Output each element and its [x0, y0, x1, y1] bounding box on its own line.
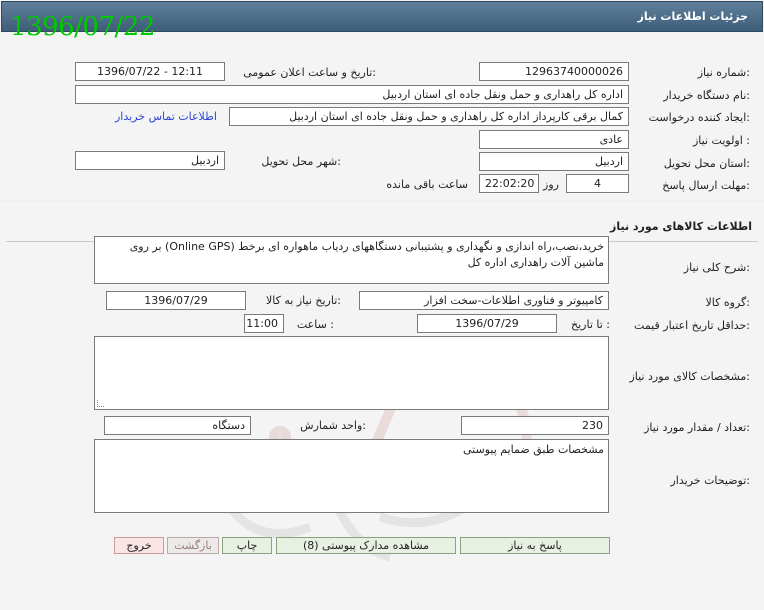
back-button[interactable]: بازگشت: [167, 537, 219, 554]
priority-field[interactable]: عادی: [479, 130, 629, 149]
exit-button[interactable]: خروج: [114, 537, 164, 554]
buyer-notes-label: توضیحات خریدار:: [670, 474, 751, 487]
need-number-label: شماره نیاز:: [697, 66, 750, 79]
resize-grip-icon[interactable]: [97, 400, 104, 407]
priority-label: اولویت نیاز :: [692, 134, 750, 147]
price-validity-time-field[interactable]: 11:00: [244, 314, 284, 333]
city-field[interactable]: اردبیل: [75, 151, 225, 170]
deadline-label: مهلت ارسال پاسخ:: [662, 179, 750, 192]
specs-label: مشخصات کالای مورد نیاز:: [629, 370, 750, 383]
summary-label: شرح کلی نیاز:: [683, 261, 750, 274]
need-details-panel: جزئیات اطلاعات نیاز 1396/07/22 شماره نیا…: [0, 0, 764, 200]
need-number-field[interactable]: 12963740000026: [479, 62, 629, 81]
announce-field[interactable]: 1396/07/22 - 12:11: [75, 62, 225, 81]
buyer-notes-field[interactable]: مشخصات طبق ضمایم پیوستی: [94, 439, 609, 513]
panel-title: جزئیات اطلاعات نیاز: [637, 10, 749, 23]
quantity-field[interactable]: 230: [461, 416, 609, 435]
price-validity-label: حداقل تاریخ اعتبار قیمت:: [634, 319, 750, 332]
province-label: استان محل تحویل:: [663, 157, 750, 170]
buyer-contact-link[interactable]: اطلاعات تماس خریدار: [115, 110, 217, 123]
goods-section-title: اطلاعات کالاهای مورد نیاز: [610, 220, 752, 233]
need-date-label: تاریخ نیاز به کالا:: [266, 294, 341, 307]
summary-field[interactable]: خرید،نصب،راه اندازی و نگهداری و پشتیبانی…: [94, 236, 609, 284]
creator-field[interactable]: کمال برقی کارپرداز اداره کل راهداری و حم…: [229, 107, 629, 126]
deadline-time-field[interactable]: 22:02:20: [479, 174, 539, 193]
deadline-days-field[interactable]: 4: [566, 174, 629, 193]
price-validity-to-label: تا تاریخ :: [571, 318, 610, 331]
unit-label: واحد شمارش:: [300, 419, 366, 432]
quantity-label: تعداد / مقدار مورد نیاز:: [644, 421, 750, 434]
buyer-field[interactable]: اداره کل راهداری و حمل ونقل جاده ای استا…: [75, 85, 629, 104]
print-button[interactable]: چاپ: [222, 537, 272, 554]
price-validity-date-field[interactable]: 1396/07/29: [417, 314, 557, 333]
price-validity-time-label: ساعت :: [296, 318, 334, 331]
announce-label: تاریخ و ساعت اعلان عمومی:: [243, 66, 376, 79]
buyer-label: نام دستگاه خریدار:: [663, 89, 750, 102]
creator-label: ایجاد کننده درخواست:: [648, 111, 750, 124]
group-label: گروه کالا:: [705, 296, 750, 309]
date-stamp: 1396/07/22: [10, 12, 155, 42]
group-field[interactable]: کامپیوتر و فناوری اطلاعات-سخت افزار: [359, 291, 609, 310]
need-date-field[interactable]: 1396/07/29: [106, 291, 246, 310]
view-attachments-button[interactable]: مشاهده مدارک پیوستی (8): [276, 537, 456, 554]
specs-field[interactable]: [94, 336, 609, 410]
deadline-remaining-label: ساعت باقی مانده: [386, 178, 468, 191]
city-label: شهر محل تحویل:: [261, 155, 341, 168]
unit-field[interactable]: دستگاه: [104, 416, 251, 435]
reply-button[interactable]: پاسخ به نیاز: [460, 537, 610, 554]
province-field[interactable]: اردبیل: [479, 152, 629, 171]
